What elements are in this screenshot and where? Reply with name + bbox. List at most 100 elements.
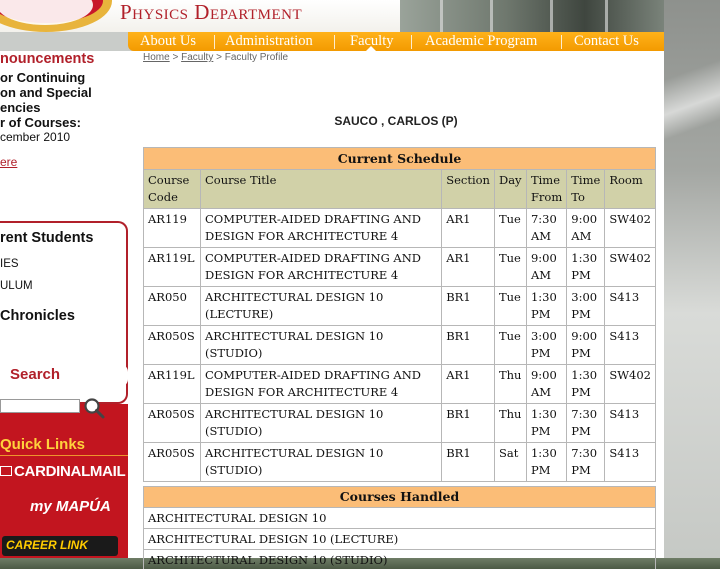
announcements-title: nouncements: [0, 51, 95, 67]
list-item: ARCHITECTURAL DESIGN 10: [143, 507, 656, 529]
table-cell: Tue: [493, 325, 527, 365]
column-header: Course Title: [199, 169, 443, 209]
search-icon[interactable]: [82, 396, 106, 420]
announcement-text: or Continuing: [0, 70, 86, 85]
table-cell: AR1: [441, 208, 495, 248]
nav-administration[interactable]: Administration: [225, 33, 313, 50]
schedule-title: Current Schedule: [143, 147, 656, 170]
table-cell: ARCHITECTURAL DESIGN 10 (STUDIO): [199, 442, 443, 482]
course-name: ARCHITECTURAL DESIGN 10 (LECTURE): [143, 528, 656, 550]
table-cell: COMPUTER-AIDED DRAFTING AND DESIGN FOR A…: [199, 208, 443, 248]
search-input[interactable]: [0, 399, 80, 413]
current-students-heading[interactable]: rent Students: [0, 230, 93, 246]
search-label: Search: [10, 366, 61, 383]
table-cell: AR1: [441, 364, 495, 404]
left-sidebar: nouncements or Continuing on and Special…: [0, 51, 128, 558]
announcement-link[interactable]: ere: [0, 155, 17, 169]
table-cell: 9:00 AM: [525, 247, 568, 287]
table-cell: 9:00 AM: [525, 364, 568, 404]
nav-academic-program[interactable]: Academic Program: [425, 33, 537, 50]
courses-handled-table: Courses Handled ARCHITECTURAL DESIGN 10 A…: [143, 486, 656, 569]
mail-icon: [0, 466, 12, 476]
column-header: Time To: [566, 169, 606, 209]
table-cell: 1:30 PM: [566, 364, 606, 404]
table-cell: Thu: [493, 364, 527, 404]
nav-about-us[interactable]: About Us: [140, 33, 196, 50]
table-row: AR119L COMPUTER-AIDED DRAFTING AND DESIGN…: [143, 364, 656, 404]
table-cell: 9:00 AM: [566, 208, 606, 248]
announcement-text: encies: [0, 100, 41, 115]
table-cell: COMPUTER-AIDED DRAFTING AND DESIGN FOR A…: [199, 247, 443, 287]
table-cell: AR1: [441, 247, 495, 287]
main-nav: About Us Administration Faculty Academic…: [128, 32, 664, 51]
courses-handled-title: Courses Handled: [143, 486, 656, 508]
announcement-date: cember 2010: [0, 130, 71, 144]
site-header: Physics Department: [0, 0, 664, 32]
announcement-text: on and Special: [0, 85, 92, 100]
header-photo: [400, 0, 664, 32]
table-row: AR050 ARCHITECTURAL DESIGN 10 (LECTURE) BR…: [143, 286, 656, 326]
background-swoosh: [664, 60, 720, 140]
list-item: ARCHITECTURAL DESIGN 10 (LECTURE): [143, 528, 656, 550]
mymapua-link[interactable]: my MAPÚA: [30, 498, 111, 515]
chronicles-heading[interactable]: Chronicles: [0, 308, 75, 324]
students-link[interactable]: IES: [0, 258, 19, 270]
careerlink-link[interactable]: CAREER LINK: [2, 536, 118, 556]
announcements-box: nouncements or Continuing on and Special…: [0, 51, 128, 211]
breadcrumb: Home > Faculty > Faculty Profile: [143, 52, 289, 63]
quick-links-panel: [0, 404, 128, 558]
course-name: ARCHITECTURAL DESIGN 10: [143, 507, 656, 529]
table-cell: ARCHITECTURAL DESIGN 10 (STUDIO): [199, 403, 443, 443]
table-cell: SW402: [604, 208, 656, 248]
column-header: Day: [493, 169, 527, 209]
column-header: Room: [604, 169, 656, 209]
table-cell: S413: [604, 325, 656, 365]
table-cell: S413: [604, 442, 656, 482]
table-row: AR050S ARCHITECTURAL DESIGN 10 (STUDIO) BR…: [143, 325, 656, 365]
list-item: ARCHITECTURAL DESIGN 10 (STUDIO): [143, 549, 656, 569]
table-cell: Tue: [493, 208, 527, 248]
table-cell: BR1: [441, 325, 495, 365]
department-title: Physics Department: [120, 0, 303, 24]
table-cell: S413: [604, 403, 656, 443]
table-cell: ARCHITECTURAL DESIGN 10 (STUDIO): [199, 325, 443, 365]
table-cell: Thu: [493, 403, 527, 443]
breadcrumb-faculty[interactable]: Faculty: [181, 52, 213, 63]
table-cell: BR1: [441, 442, 495, 482]
table-cell: 7:30 AM: [525, 208, 568, 248]
table-cell: 7:30 PM: [566, 442, 606, 482]
table-cell: BR1: [441, 403, 495, 443]
table-cell: AR119: [143, 208, 201, 248]
table-cell: AR050S: [143, 325, 201, 365]
table-cell: 1:30 PM: [525, 286, 568, 326]
table-cell: 9:00 PM: [566, 325, 606, 365]
school-logo[interactable]: [0, 0, 112, 32]
table-cell: BR1: [441, 286, 495, 326]
table-cell: AR050: [143, 286, 201, 326]
main-content: Home > Faculty > Faculty Profile SAUCO ,…: [128, 51, 664, 569]
table-cell: 1:30 PM: [525, 403, 568, 443]
table-row: AR050S ARCHITECTURAL DESIGN 10 (STUDIO) BR…: [143, 403, 656, 443]
table-cell: 3:00 PM: [566, 286, 606, 326]
nav-contact-us[interactable]: Contact Us: [574, 33, 639, 50]
table-cell: AR050S: [143, 403, 201, 443]
table-cell: 1:30 PM: [566, 247, 606, 287]
table-cell: Tue: [493, 247, 527, 287]
column-header: Course Code: [143, 169, 201, 209]
table-cell: AR119L: [143, 364, 201, 404]
cardinalmail-link[interactable]: CARDINALMAIL: [0, 463, 126, 480]
table-row: AR050S ARCHITECTURAL DESIGN 10 (STUDIO) BR…: [143, 442, 656, 482]
column-header: Time From: [525, 169, 568, 209]
table-cell: 7:30 PM: [566, 403, 606, 443]
breadcrumb-home[interactable]: Home: [143, 52, 170, 63]
table-cell: Tue: [493, 286, 527, 326]
table-cell: 1:30 PM: [525, 442, 568, 482]
breadcrumb-current: Faculty Profile: [224, 52, 289, 63]
students-link[interactable]: ULUM: [0, 280, 33, 292]
table-cell: 3:00 PM: [525, 325, 568, 365]
current-schedule-table: Current Schedule Course Code Course Titl…: [143, 147, 656, 482]
announcement-text: r of Courses:: [0, 115, 81, 130]
table-cell: Sat: [493, 442, 527, 482]
table-cell: ARCHITECTURAL DESIGN 10 (LECTURE): [199, 286, 443, 326]
quick-links-heading: Quick Links: [0, 436, 86, 453]
